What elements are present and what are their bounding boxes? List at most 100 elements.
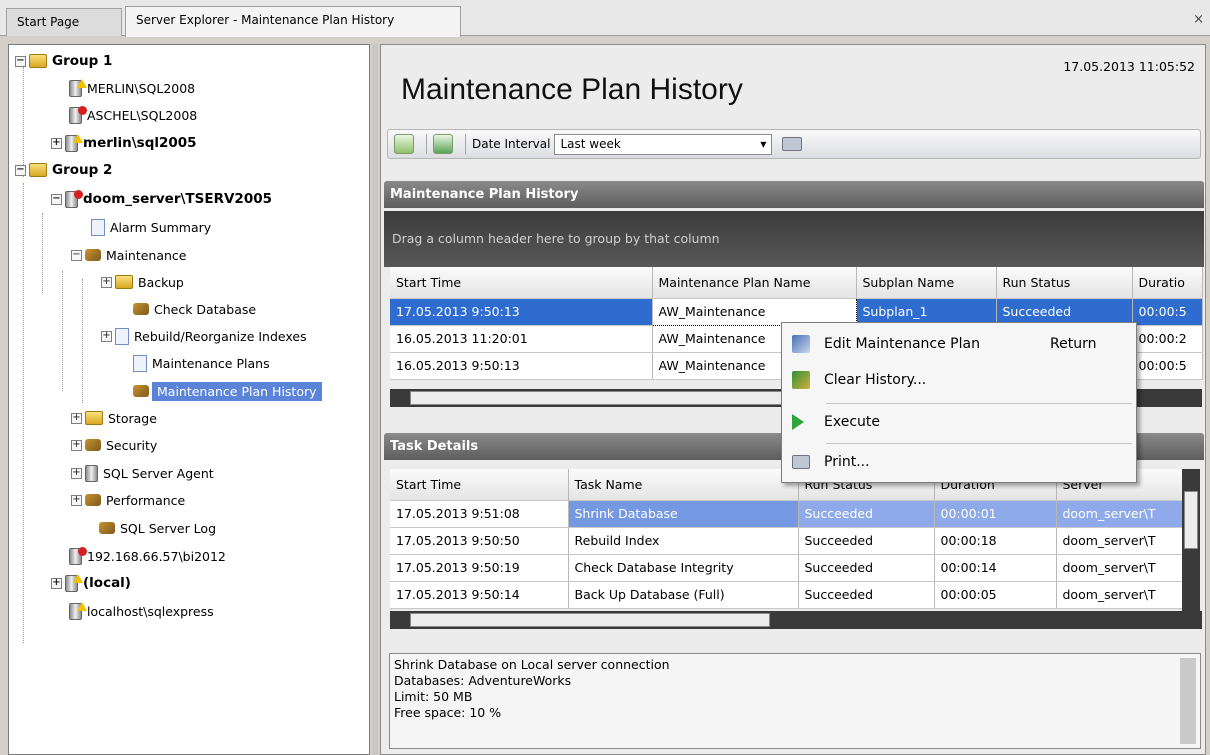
collapse-icon[interactable]: −	[51, 193, 62, 205]
expand-icon[interactable]: +	[51, 577, 62, 589]
column-header-run-status[interactable]: Run Status	[996, 267, 1133, 299]
tree-node-aschel-sql2008[interactable]: ASCHEL\SQL2008	[69, 103, 197, 127]
tree-node-merlin-sql2005[interactable]: + merlin\sql2005	[51, 131, 197, 155]
agent-icon	[85, 464, 98, 482]
menu-item-edit-maintenance-plan[interactable]: Edit Maintenance Plan Return	[782, 329, 1136, 359]
alarm-summary-icon	[91, 218, 105, 236]
tree-node-merlin-sql2008[interactable]: MERLIN\SQL2008	[69, 76, 195, 100]
collapse-icon[interactable]: −	[15, 164, 26, 176]
tab-label: Start Page	[17, 15, 80, 29]
collapse-icon[interactable]: −	[71, 249, 82, 261]
menu-item-clear-history[interactable]: Clear History...	[782, 365, 1136, 395]
cell: Succeeded	[798, 581, 935, 609]
grid-settings-icon[interactable]	[433, 134, 453, 154]
tree-node-sql-server-agent[interactable]: + SQL Server Agent	[71, 461, 214, 485]
tree-node-local[interactable]: + (local)	[51, 571, 131, 595]
column-header-start-time[interactable]: Start Time	[390, 469, 569, 501]
expand-icon[interactable]: +	[51, 137, 62, 149]
cell: Subplan_1	[856, 298, 997, 326]
tree-node-label: localhost\sqlexpress	[87, 603, 214, 619]
menu-item-execute[interactable]: Execute	[782, 407, 1136, 437]
tab-start-page[interactable]: Start Page	[6, 8, 122, 36]
expand-icon[interactable]: +	[71, 494, 82, 506]
scrollbar-thumb[interactable]	[1184, 491, 1198, 549]
column-header-plan-name[interactable]: Maintenance Plan Name	[652, 267, 857, 299]
tree-node-maintenance-plans[interactable]: Maintenance Plans	[133, 351, 270, 375]
cell: Shrink Database	[568, 500, 799, 528]
scrollbar-thumb[interactable]	[410, 613, 770, 627]
expand-icon[interactable]: +	[71, 412, 82, 424]
server-error-icon	[69, 105, 87, 124]
tree-node-label: 192.168.66.57\bi2012	[87, 548, 226, 564]
server-log-icon	[99, 522, 115, 534]
tree-connector	[23, 183, 24, 643]
pane-splitter[interactable]	[372, 44, 378, 755]
cell: Rebuild Index	[568, 527, 799, 555]
table-row[interactable]: 17.05.2013 9:50:19 Check Database Integr…	[390, 554, 1183, 582]
tree-node-doom-server[interactable]: − doom_server\TSERV2005	[51, 187, 272, 211]
expand-icon[interactable]: +	[101, 276, 112, 288]
date-interval-select[interactable]: Last week ▾	[554, 133, 773, 155]
tree-node-sql-server-log[interactable]: SQL Server Log	[99, 516, 216, 540]
tree-node-label: merlin\sql2005	[83, 135, 197, 151]
table-row[interactable]: 17.05.2013 9:50:14 Back Up Database (Ful…	[390, 581, 1183, 609]
table-row[interactable]: 17.05.2013 9:51:08 Shrink Database Succe…	[390, 500, 1183, 528]
cell: 00:00:14	[934, 554, 1057, 582]
printer-icon	[792, 455, 810, 469]
tree-node-maintenance[interactable]: − Maintenance	[71, 243, 187, 267]
column-header-duration[interactable]: Duratio	[1132, 267, 1203, 299]
server-warning-icon	[69, 601, 87, 620]
close-tab-icon[interactable]: ×	[1193, 12, 1204, 27]
cell: 16.05.2013 11:20:01	[390, 325, 653, 353]
task-vertical-scrollbar[interactable]	[1182, 469, 1200, 611]
table-row[interactable]: 17.05.2013 9:50:13 AW_Maintenance Subpla…	[390, 297, 1203, 326]
cell: 00:00:01	[934, 500, 1057, 528]
menu-item-label: Edit Maintenance Plan	[824, 336, 980, 352]
tree-node-backup[interactable]: + Backup	[101, 270, 184, 294]
tree-node-security[interactable]: + Security	[71, 433, 157, 457]
tree-node-label: MERLIN\SQL2008	[87, 80, 196, 96]
group-by-area[interactable]: Drag a column header here to group by th…	[384, 211, 1204, 267]
tree-connector	[62, 271, 63, 391]
tab-server-explorer[interactable]: Server Explorer - Maintenance Plan Histo…	[125, 6, 461, 37]
tree-node-storage[interactable]: + Storage	[71, 406, 157, 430]
cell: doom_server\T	[1056, 581, 1183, 609]
tree-node-rebuild-indexes[interactable]: + Rebuild/Reorganize Indexes	[101, 324, 307, 348]
tree-node-label: Maintenance	[106, 247, 187, 263]
menu-item-shortcut: Return	[1050, 336, 1097, 352]
tree-node-alarm-summary[interactable]: Alarm Summary	[91, 215, 211, 239]
maintenance-icon	[85, 249, 101, 261]
tree-node-label: Security	[106, 437, 158, 453]
tree-node-sqlexpress[interactable]: localhost\sqlexpress	[69, 599, 214, 623]
refresh-icon[interactable]	[394, 134, 414, 154]
tree-node-performance[interactable]: + Performance	[71, 488, 185, 512]
collapse-icon[interactable]: −	[15, 55, 26, 67]
cell: doom_server\T	[1056, 554, 1183, 582]
expand-icon[interactable]: +	[71, 439, 82, 451]
tree-node-label: Performance	[106, 492, 186, 508]
tree-node-maintenance-plan-history[interactable]: Maintenance Plan History	[133, 379, 322, 403]
tree-node-group-2[interactable]: − Group 2	[15, 158, 112, 182]
cell: doom_server\T	[1056, 527, 1183, 555]
tree-node-group-1[interactable]: − Group 1	[15, 49, 112, 73]
expand-icon[interactable]: +	[71, 467, 82, 479]
tree-node-label: doom_server\TSERV2005	[83, 191, 272, 207]
expand-icon[interactable]: +	[101, 330, 112, 342]
tree-node-bi2012[interactable]: 192.168.66.57\bi2012	[69, 544, 226, 568]
print-icon[interactable]	[782, 137, 803, 151]
column-header-start-time[interactable]: Start Time	[390, 267, 653, 299]
tree-node-label: ASCHEL\SQL2008	[87, 107, 198, 123]
description-scrollbar[interactable]	[1180, 658, 1196, 744]
tree-node-check-database[interactable]: Check Database	[133, 297, 256, 321]
tree-node-label: Backup	[138, 274, 184, 290]
table-row[interactable]: 17.05.2013 9:50:50 Rebuild Index Succeed…	[390, 527, 1183, 555]
menu-item-print[interactable]: Print...	[782, 447, 1136, 477]
task-horizontal-scrollbar[interactable]	[390, 611, 1202, 629]
folder-group-icon	[29, 163, 47, 177]
column-header-task-name[interactable]: Task Name	[568, 469, 799, 501]
column-header-subplan[interactable]: Subplan Name	[856, 267, 997, 299]
task-description-box[interactable]: Shrink Database on Local server connecti…	[389, 653, 1201, 749]
server-error-icon	[65, 189, 83, 208]
tree-connector	[42, 213, 43, 293]
document-tabs: Start Page Server Explorer - Maintenance…	[0, 0, 1210, 37]
